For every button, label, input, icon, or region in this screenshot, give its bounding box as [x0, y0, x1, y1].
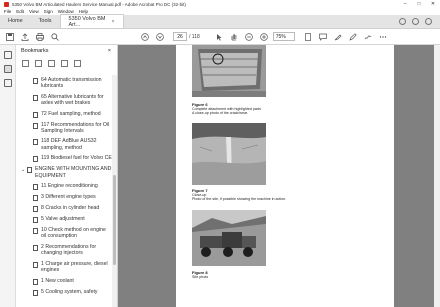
bookmark-item[interactable]: 118 DEF AdBlue AUS32 sampling, method [16, 136, 112, 153]
bookmark-item[interactable]: 119 Biodiesel fuel for Volvo CE [16, 153, 112, 164]
bookmarks-header: Bookmarks × [16, 45, 117, 57]
attachments-icon[interactable] [3, 79, 12, 87]
page-icon [33, 228, 38, 235]
figure-7-photo [192, 123, 266, 185]
tab-bar: Home Tools 5350 Volvo BM Art... × [0, 14, 440, 29]
bookmark-item[interactable]: 72 Fuel sampling, method [16, 109, 112, 120]
bookmarks-title: Bookmarks [21, 48, 49, 54]
figure-7-caption: Close-up Photo of the site, if possible s… [192, 193, 287, 202]
bookmark-item[interactable]: 10 Check method on engine oil consumptio… [16, 225, 112, 242]
bookmarks-panel: Bookmarks × 64 Automatic transmission lu… [16, 45, 118, 307]
previous-page-icon[interactable] [140, 32, 150, 42]
page-icon [33, 94, 38, 101]
figure-6-caption: Complete attachment with highlighted par… [192, 107, 261, 116]
bookmarks-toolbar [16, 57, 117, 69]
page-icon [33, 139, 38, 146]
hand-tool-icon[interactable] [229, 32, 239, 42]
figure-6-photo [192, 45, 266, 97]
bookmark-item[interactable]: 1 Charge air pressure, diesel engines [16, 259, 112, 276]
title-bar: 5350 Volvo BM Articulated Haulers Servic… [0, 0, 440, 8]
more-tools-icon[interactable] [378, 32, 388, 42]
bookmark-item[interactable]: 5 Valve adjustment [16, 214, 112, 225]
page-icon [33, 184, 38, 191]
bookmark-item[interactable]: 3 Different engine types [16, 192, 112, 203]
page-icon [33, 111, 38, 118]
bookmarks-scroll-thumb[interactable] [113, 175, 116, 265]
bookmark-item[interactable]: 2 Recommendations for changing injectors [16, 242, 112, 259]
page-icon [27, 167, 32, 174]
search-icon[interactable] [50, 32, 60, 42]
figure-8-photo [192, 210, 266, 266]
bookmark-options-icon[interactable] [22, 59, 29, 67]
highlight-icon[interactable] [333, 32, 343, 42]
tab-tools[interactable]: Tools [31, 14, 60, 28]
close-bookmarks-icon[interactable]: × [108, 48, 111, 54]
page-icon [33, 217, 38, 224]
save-icon[interactable] [5, 32, 15, 42]
comment-icon[interactable] [318, 32, 328, 42]
new-bookmark-icon[interactable] [48, 59, 55, 67]
upload-icon[interactable] [20, 32, 30, 42]
zoom-in-icon[interactable] [259, 32, 269, 42]
maximize-button[interactable]: □ [412, 0, 426, 8]
draw-icon[interactable] [348, 32, 358, 42]
page-icon [33, 244, 38, 251]
bookmark-item[interactable]: 11 Engine reconditioning [16, 181, 112, 192]
tab-document[interactable]: 5350 Volvo BM Art... × [59, 14, 124, 28]
close-window-button[interactable]: ✕ [426, 0, 440, 8]
bookmark-item[interactable]: 1 New coolant [16, 276, 112, 287]
page-icon [33, 278, 38, 285]
minimize-button[interactable]: – [398, 0, 412, 8]
page-total: / 118 [189, 33, 200, 40]
next-page-icon[interactable] [155, 32, 165, 42]
page-icon [33, 289, 38, 296]
document-viewport[interactable]: Figure 6 Complete attachment with highli… [118, 45, 440, 307]
window-title: 5350 Volvo BM Articulated Haulers Servic… [12, 1, 186, 7]
figure-8-caption: Site photo [192, 275, 209, 279]
bookmark-item[interactable]: 117 Recommendations for Oil Sampling Int… [16, 120, 112, 137]
document-scrollbar[interactable] [434, 45, 440, 307]
delete-bookmark-icon[interactable] [35, 59, 42, 67]
page-thumbnails-icon[interactable] [3, 51, 12, 59]
help-icon[interactable] [399, 17, 406, 25]
zoom-out-icon[interactable] [244, 32, 254, 42]
page-icon [33, 122, 38, 129]
bookmark-item[interactable]: 64 Automatic transmission lubricants [16, 75, 112, 92]
account-icon[interactable] [425, 17, 432, 25]
toolbar: 26 / 118 75% [0, 29, 440, 45]
print-icon[interactable] [35, 32, 45, 42]
page-icon [33, 78, 38, 84]
bookmark-section-engine[interactable]: ⌄ ENGINE WITH MOUNTING AND EQUIPMENT [16, 164, 112, 181]
bookmark-item[interactable]: 5 Cooling system, safety [16, 287, 112, 298]
bookmark-tag-icon[interactable] [74, 59, 81, 67]
page-fit-icon[interactable] [303, 32, 313, 42]
zoom-level-select[interactable]: 75% [272, 32, 295, 41]
notifications-icon[interactable] [412, 17, 419, 25]
page-icon [33, 156, 38, 163]
fill-sign-icon[interactable] [363, 32, 373, 42]
pdf-page: Figure 6 Complete attachment with highli… [176, 45, 394, 307]
navigation-strip [0, 45, 16, 307]
bookmark-item[interactable]: 8 Cracks in cylinder head [16, 203, 112, 214]
tab-home[interactable]: Home [0, 14, 31, 28]
bookmark-item[interactable]: 65 Alternative lubricants for axles with… [16, 92, 112, 109]
expand-bookmark-icon[interactable] [61, 59, 68, 67]
account-icons [399, 14, 440, 28]
page-icon [33, 261, 38, 268]
bookmarks-scrollbar[interactable] [112, 75, 117, 307]
window-controls: – □ ✕ [398, 0, 440, 8]
page-icon [33, 206, 38, 213]
close-tab-icon[interactable]: × [112, 19, 115, 25]
page-number-input[interactable]: 26 [173, 32, 187, 41]
tab-document-label: 5350 Volvo BM Art... [68, 15, 106, 28]
page-icon [33, 195, 38, 202]
select-tool-icon[interactable] [214, 32, 224, 42]
acrobat-icon [4, 1, 9, 7]
bookmarks-panel-icon[interactable] [3, 65, 12, 73]
bookmarks-list: 64 Automatic transmission lubricants 65 … [16, 75, 112, 298]
